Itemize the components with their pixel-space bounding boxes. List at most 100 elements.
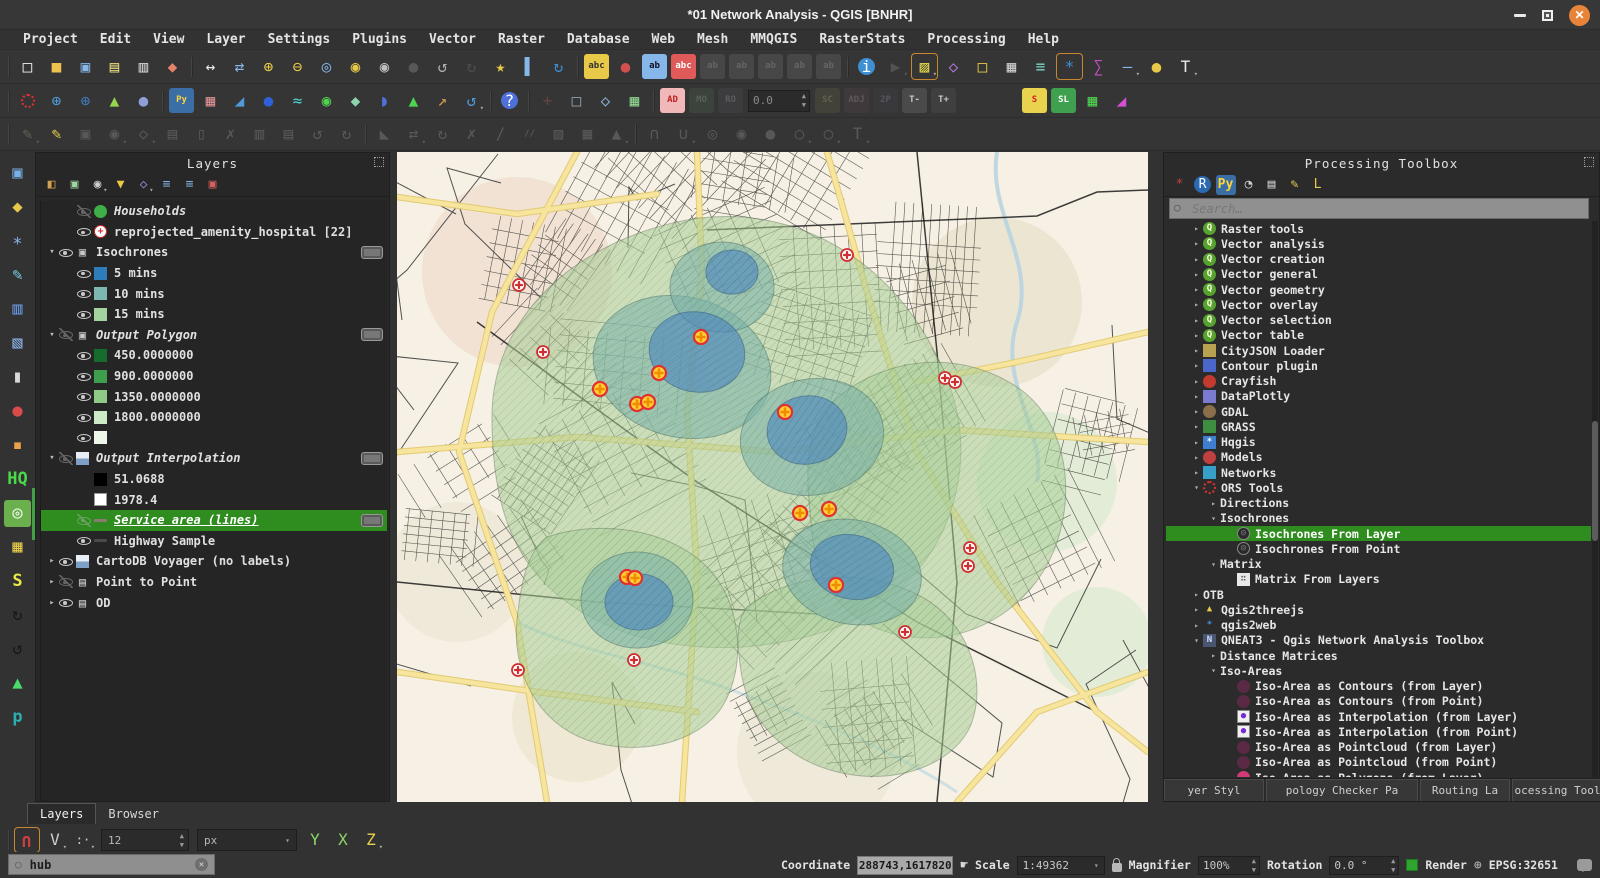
flag-tool-button[interactable]: ▲▾: [604, 122, 629, 147]
expander-icon[interactable]: ▸: [1190, 422, 1203, 431]
layer-row[interactable]: [41, 428, 387, 449]
expander-icon[interactable]: ▾: [45, 247, 59, 257]
save-project-as-button[interactable]: ▤: [102, 54, 127, 79]
toolbox-item[interactable]: Iso-Area as Pointcloud (from Point): [1166, 755, 1591, 770]
menu-mmqgis[interactable]: MMQGIS: [739, 32, 808, 47]
expander-icon[interactable]: ▸: [1190, 331, 1203, 340]
copy-features-button[interactable]: ▥: [247, 122, 272, 147]
toolbox-item[interactable]: Iso-Area as Pointcloud (from Layer): [1166, 740, 1591, 755]
visibility-eye-icon[interactable]: [77, 431, 91, 444]
toolbox-scrollbar[interactable]: [1592, 221, 1598, 777]
new-bookmark-button[interactable]: ★: [488, 54, 513, 79]
expander-icon[interactable]: ▸: [1190, 605, 1203, 614]
toolbox-item[interactable]: ▸GRASS: [1166, 419, 1591, 434]
dock-tab-2[interactable]: Routing La: [1420, 779, 1510, 801]
toolbox-item[interactable]: ▾Iso-Areas: [1166, 663, 1591, 678]
panel-dock-icon[interactable]: [1584, 157, 1594, 167]
crayfish-button[interactable]: ≈: [285, 88, 310, 113]
snapping-intersection-button[interactable]: X: [331, 828, 355, 852]
expander-icon[interactable]: ▸: [1190, 255, 1203, 264]
results-viewer-button[interactable]: ▤: [1262, 175, 1282, 195]
layer-row[interactable]: +reprojected_amenity_hospital [22]: [41, 222, 387, 243]
split-features-button[interactable]: /: [488, 122, 513, 147]
save-edits-button[interactable]: ▣: [73, 122, 98, 147]
expander-icon[interactable]: ▸: [1190, 453, 1203, 462]
menu-edit[interactable]: Edit: [89, 32, 142, 47]
toolbox-item[interactable]: ▸Distance Matrices: [1166, 648, 1591, 663]
zoom-native-button[interactable]: ●: [401, 54, 426, 79]
dock-tab-3[interactable]: ocessing Tool: [1512, 779, 1600, 801]
dock-tab-0[interactable]: yer Styl: [1164, 779, 1264, 801]
toolbox-item[interactable]: ▾ORS Tools: [1166, 480, 1591, 495]
visibility-eye-icon[interactable]: [77, 390, 91, 403]
rotate-features-button[interactable]: ↻: [430, 122, 455, 147]
save-project-button[interactable]: ▣: [73, 54, 98, 79]
fill-ring-button[interactable]: ◎: [700, 122, 725, 147]
expander-icon[interactable]: ▸: [1190, 346, 1203, 355]
append-features-button[interactable]: ▦: [1080, 88, 1105, 113]
add-wms-layer-button[interactable]: ▮: [4, 364, 31, 391]
text-annotation-button[interactable]: T▾: [1173, 54, 1198, 79]
toolbox-item[interactable]: ▸*qgis2web: [1166, 618, 1591, 633]
merge-features-button[interactable]: ▧: [546, 122, 571, 147]
visibility-eye-icon[interactable]: [77, 534, 91, 547]
help-button[interactable]: ?: [497, 88, 522, 113]
visibility-eye-icon[interactable]: [77, 514, 91, 527]
delete-part-button[interactable]: ○▾: [816, 122, 841, 147]
toolbox-item[interactable]: ▾Matrix: [1166, 557, 1591, 572]
mmqgis-button[interactable]: ▦: [622, 88, 647, 113]
filter-indicator-badge[interactable]: [361, 452, 383, 465]
expander-icon[interactable]: ▸: [1190, 392, 1203, 401]
hqgis-button[interactable]: HQ: [4, 466, 31, 493]
zoom-to-layer-button[interactable]: ◉: [372, 54, 397, 79]
add-ring-button[interactable]: ◉: [729, 122, 754, 147]
visibility-eye-icon[interactable]: [59, 575, 73, 588]
filter-legend-button[interactable]: ▼: [111, 175, 131, 195]
add-feature-button[interactable]: ◉▾: [102, 122, 127, 147]
visibility-eye-icon[interactable]: [77, 411, 91, 424]
advanced-digitize-ro-button[interactable]: RO: [718, 88, 743, 113]
profile-plot-button[interactable]: ◢: [227, 88, 252, 113]
pan-map-button[interactable]: ↔: [198, 54, 223, 79]
layer-row[interactable]: ▾▣Isochrones: [41, 242, 387, 263]
expander-icon[interactable]: ▸: [1190, 361, 1203, 370]
add-vector-layer-button[interactable]: ◆: [4, 194, 31, 221]
layer-row[interactable]: 15 mins: [41, 304, 387, 325]
processing-toolbox-button[interactable]: *: [1057, 54, 1082, 79]
toggle-editing-button[interactable]: ✎: [44, 122, 69, 147]
offset-curve-button[interactable]: ∪▾: [671, 122, 696, 147]
menu-project[interactable]: Project: [12, 32, 89, 47]
contour-plugin-button[interactable]: ◗: [372, 88, 397, 113]
refresh-plugin-button[interactable]: ↻: [4, 602, 31, 629]
models-button[interactable]: *: [1170, 175, 1190, 195]
toolbox-item[interactable]: ▸GDAL: [1166, 404, 1591, 419]
layer-row[interactable]: Highway Sample: [41, 531, 387, 552]
expander-icon[interactable]: ▸: [1190, 407, 1203, 416]
layer-row[interactable]: 5 mins: [41, 263, 387, 284]
menu-view[interactable]: View: [142, 32, 195, 47]
zoom-out-button[interactable]: ⊖: [285, 54, 310, 79]
expander-icon[interactable]: ▸: [1190, 377, 1203, 386]
visibility-eye-icon[interactable]: [59, 596, 73, 609]
vertex-tool-button[interactable]: ◇▾: [131, 122, 156, 147]
select-by-expression-button[interactable]: ◇: [941, 54, 966, 79]
paste-features-button[interactable]: ▤: [276, 122, 301, 147]
r-scripts-button[interactable]: R: [1193, 175, 1213, 195]
layer-row[interactable]: Service area (lines): [41, 510, 387, 531]
layer-row[interactable]: ▸▤OD: [41, 592, 387, 613]
maximize-button[interactable]: [1542, 10, 1553, 21]
toolbox-item[interactable]: ▸CityJSON Loader: [1166, 343, 1591, 358]
toolbox-item[interactable]: ▸QRaster tools: [1166, 221, 1591, 236]
toolbox-search-input[interactable]: [1169, 198, 1589, 219]
python-console-button[interactable]: Py: [169, 88, 194, 113]
menu-vector[interactable]: Vector: [418, 32, 487, 47]
zoom-to-selection-button[interactable]: ◉: [343, 54, 368, 79]
cad-construction-button[interactable]: +: [535, 88, 560, 113]
layer-diagram-button[interactable]: ●: [613, 54, 638, 79]
quickosm-button[interactable]: ◆: [343, 88, 368, 113]
expander-icon[interactable]: ▸: [1207, 499, 1220, 508]
pin-labels-button[interactable]: ab: [642, 54, 667, 79]
advanced-digitize-mo-button[interactable]: MO: [689, 88, 714, 113]
remove-layer-button[interactable]: ▣: [203, 175, 223, 195]
angle-spinbox[interactable]: 0.0▲▼: [748, 90, 810, 112]
